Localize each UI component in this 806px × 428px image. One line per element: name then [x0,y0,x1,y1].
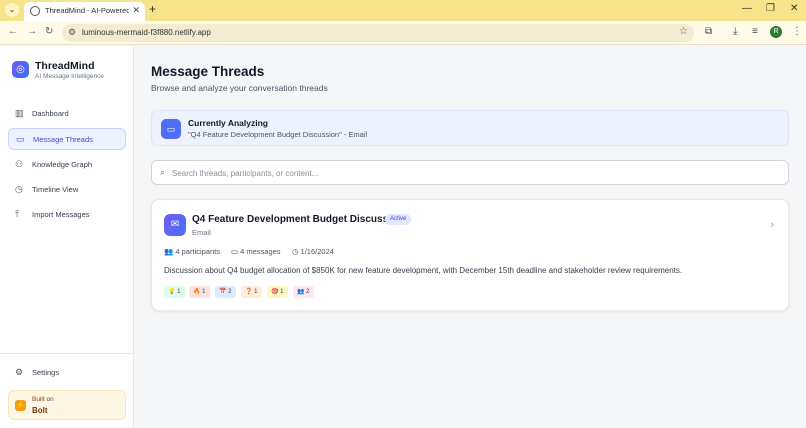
built-on-bolt-badge[interactable]: ⚡ Built on Bolt [8,390,126,420]
date-text: 1/16/2024 [300,247,334,256]
bolt-caption: Built on [32,396,54,403]
browser-tab[interactable]: ThreadMind - AI-Powered Mes ✕ [24,2,145,21]
participants-count: 👥 4 participants [164,247,220,256]
reload-icon[interactable]: ↻ [45,26,53,37]
sidebar-item-dashboard[interactable]: ▥ Dashboard [8,103,126,125]
analyzing-subtitle: "Q4 Feature Development Budget Discussio… [188,130,368,139]
insight-chip-question: ❓ 1 [241,286,262,298]
sidebar-item-label: Import Messages [32,210,90,219]
messages-text: 4 messages [240,247,281,256]
sidebar-item-message-threads[interactable]: ▭ Message Threads [8,128,126,150]
sidebar-item-timeline-view[interactable]: ◷ Timeline View [8,179,126,201]
message-square-icon: ▭ [16,134,25,144]
insight-chip-idea: 💡 1 [164,286,185,298]
analyzing-title: Currently Analyzing [188,118,268,128]
insight-chip-deadline: 📅 2 [215,286,236,298]
window-close-icon[interactable]: ✕ [790,3,798,14]
thread-type: Email [192,228,211,237]
search-icon: ⌕ [160,167,166,177]
bolt-name: Bolt [32,406,48,415]
sidebar-item-label: Knowledge Graph [32,160,93,169]
sidebar: ◎ ThreadMind AI Message Intelligence ▥ D… [0,46,134,428]
status-badge: Active [385,214,412,225]
mail-icon: ✉ [164,214,186,236]
page-subtitle: Browse and analyze your conversation thr… [151,83,328,93]
download-icon[interactable]: ⤓ [733,26,737,37]
menu-icon[interactable]: ⋮ [792,26,802,37]
insight-chip-urgent: 🔥 1 [189,286,210,298]
brand-name: ThreadMind [35,60,95,72]
tab-search-icon[interactable]: ⌄ [5,3,19,17]
insight-chip-goal: 🎯 1 [267,286,288,298]
thread-title: Q4 Feature Development Budget Discussion [192,214,404,225]
brand-subtitle: AI Message Intelligence [35,73,105,80]
forward-icon[interactable]: → [27,26,37,37]
new-tab-icon[interactable]: + [149,2,156,16]
close-icon[interactable]: ✕ [132,5,140,16]
sidebar-item-label: Timeline View [32,185,79,194]
thread-description: Discussion about Q4 budget allocation of… [164,266,683,275]
sidebar-item-label: Dashboard [32,109,69,118]
clock-icon: ◷ [15,184,23,194]
insight-chip-people: 👥 2 [293,286,314,298]
media-icon[interactable]: ≡ [752,26,758,37]
sidebar-item-import-messages[interactable]: ⤒ Import Messages [8,204,126,226]
sidebar-item-settings[interactable]: ⚙ Settings [8,362,126,384]
sidebar-item-label: Message Threads [33,135,93,144]
profile-avatar[interactable]: R [770,26,782,38]
brand-logo-icon: ◎ [12,61,29,78]
search-box: ⌕ [151,160,789,185]
network-icon: ⚇ [15,159,24,169]
sidebar-item-label: Settings [32,368,60,377]
gear-icon: ⚙ [15,367,24,377]
thread-date: ◷ 1/16/2024 [292,247,334,256]
address-bar[interactable]: ⚙ luminous-mermaid-f3f880.netlify.app ☆ [62,24,694,42]
bolt-icon: ⚡ [15,400,26,411]
page-title: Message Threads [151,64,265,79]
search-input[interactable] [172,164,772,182]
site-info-icon[interactable]: ⚙ [68,27,76,38]
restore-icon[interactable]: ❐ [766,3,775,14]
users-icon: 👥 [164,247,174,256]
currently-analyzing-banner: ▭ Currently Analyzing "Q4 Feature Develo… [151,110,789,146]
sidebar-divider [0,353,134,354]
sidebar-item-knowledge-graph[interactable]: ⚇ Knowledge Graph [8,154,126,176]
chevron-right-icon[interactable]: › [770,219,774,231]
thread-card[interactable]: ✉ Q4 Feature Development Budget Discussi… [151,199,789,311]
tab-title: ThreadMind - AI-Powered Mes [45,6,129,15]
globe-icon [30,6,40,16]
url-text: luminous-mermaid-f3f880.netlify.app [82,28,211,37]
star-icon[interactable]: ☆ [679,26,688,37]
back-icon[interactable]: ← [8,26,18,37]
messages-count: ▭ 4 messages [231,247,281,256]
extensions-icon[interactable]: ⧉ [705,26,712,37]
browser-tab-bar: ⌄ ThreadMind - AI-Powered Mes ✕ + — ❐ ✕ [0,0,806,21]
bar-chart-icon: ▥ [15,108,24,118]
message-square-icon: ▭ [161,119,181,139]
clock-icon: ◷ [292,247,299,256]
browser-toolbar: ← → ↻ ⚙ luminous-mermaid-f3f880.netlify.… [0,21,806,45]
message-icon: ▭ [231,247,239,256]
upload-icon: ⤒ [15,209,19,219]
participants-text: 4 participants [175,247,220,256]
minimize-icon[interactable]: — [742,3,752,14]
